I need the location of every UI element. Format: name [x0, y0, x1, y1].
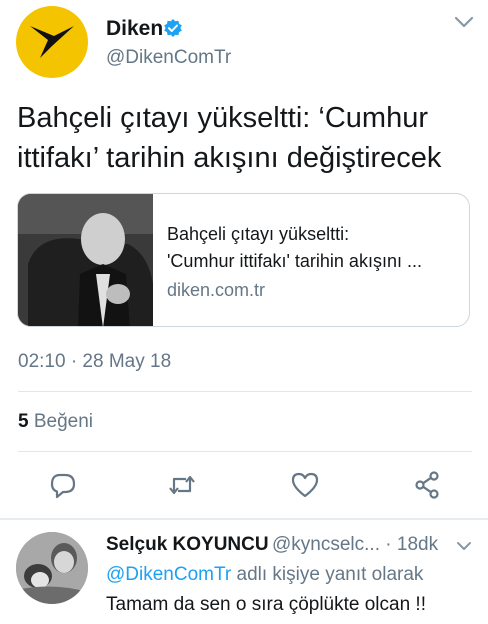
tweet-text-line2: ittifakı’ tarihin akışını değiştirecek	[17, 142, 442, 174]
divider	[0, 518, 488, 520]
author-avatar[interactable]	[16, 6, 88, 78]
like-icon[interactable]	[290, 470, 320, 500]
reply-handle-text: @kyncselc...	[272, 534, 380, 555]
retweet-icon[interactable]	[167, 470, 197, 500]
divider	[18, 391, 472, 392]
verified-icon	[164, 19, 182, 37]
replying-to: @DikenComTr adlı kişiye yanıt olarak	[106, 564, 423, 586]
card-title-line1: Bahçeli çıtayı yükseltti:	[167, 224, 350, 244]
share-icon[interactable]	[412, 470, 442, 500]
reply-avatar-photo	[16, 532, 88, 604]
divider	[18, 451, 472, 452]
card-thumbnail	[18, 194, 153, 326]
chevron-down-icon[interactable]	[453, 14, 475, 30]
reply-author-avatar[interactable]	[16, 532, 88, 604]
chevron-down-icon[interactable]	[455, 540, 473, 553]
link-card[interactable]: Bahçeli çıtayı yükseltti: 'Cumhur ittifa…	[17, 193, 470, 327]
likes-count[interactable]: 5 Beğeni	[18, 411, 93, 433]
likes-label: Beğeni	[33, 411, 94, 432]
card-domain: diken.com.tr	[167, 280, 266, 300]
diken-logo-icon	[30, 26, 74, 58]
card-title-line2: 'Cumhur ittifakı' tarihin akışını ...	[167, 251, 422, 271]
reply-author-handle[interactable]: @kyncselc... · 18dk	[272, 534, 438, 556]
replying-suffix: adlı kişiye yanıt olarak	[236, 564, 424, 585]
replying-mention-link[interactable]: @DikenComTr	[106, 564, 231, 585]
author-handle[interactable]: @DikenComTr	[106, 47, 231, 69]
tweet-timestamp: 02:10 · 28 May 18	[18, 351, 172, 372]
tweet-text-line1: Bahçeli çıtayı yükseltti: ‘Cumhur	[17, 102, 428, 134]
reply-icon[interactable]	[48, 470, 78, 500]
reply-text: Tamam da sen o sıra çöplükte olcan !!	[106, 594, 426, 615]
likes-number: 5	[18, 411, 29, 432]
card-photo	[18, 194, 153, 326]
tweet-text: Bahçeli çıtayı yükseltti: ‘Cumhur ittifa…	[17, 98, 477, 178]
author-name[interactable]: Diken	[106, 17, 163, 41]
reply-age: · 18dk	[385, 534, 439, 555]
reply-author-name[interactable]: Selçuk KOYUNCU	[106, 534, 269, 556]
